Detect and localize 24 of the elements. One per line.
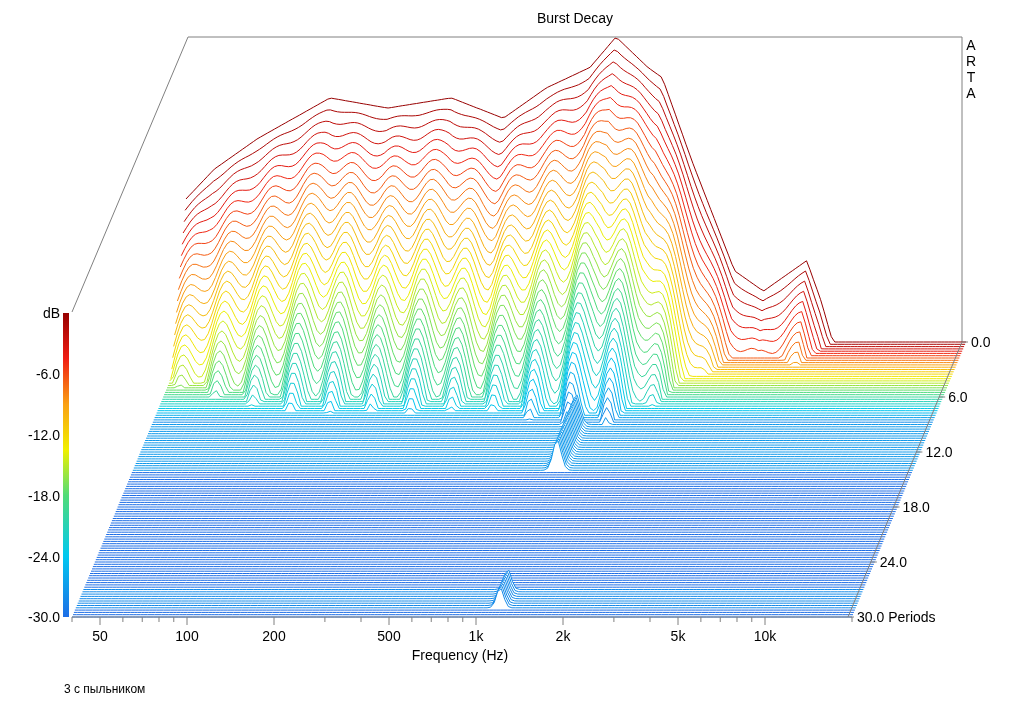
frequency-tick-label: 200 bbox=[262, 628, 286, 644]
chart-title: Burst Decay bbox=[536, 10, 614, 26]
frequency-tick-label: 5k bbox=[670, 628, 686, 644]
frequency-tick-label: 50 bbox=[92, 628, 108, 644]
period-tick-label: 18.0 bbox=[902, 499, 930, 515]
caption: 3 с пыльником bbox=[64, 682, 146, 696]
logo-text: ARTA bbox=[965, 37, 977, 101]
scale-tick-label: -6.0 bbox=[35, 366, 60, 382]
frequency-tick-label: 100 bbox=[175, 628, 199, 644]
axis-label: Frequency (Hz) bbox=[411, 647, 509, 663]
scale-unit: dB bbox=[42, 305, 60, 321]
frequency-tick-label: 500 bbox=[377, 628, 401, 644]
scale-tick-label: -24.0 bbox=[28, 549, 60, 565]
scale-tick-label: -18.0 bbox=[28, 488, 60, 504]
period-tick-label: 24.0 bbox=[879, 554, 908, 570]
scale-tick-label: -12.0 bbox=[28, 427, 60, 443]
scale-tick-label: -30.0 bbox=[28, 609, 60, 625]
period-tick-label: 12.0 bbox=[925, 444, 953, 460]
frequency-tick-label: 2k bbox=[555, 628, 571, 644]
period-tick-label: 6.0 bbox=[948, 389, 968, 405]
frequency-tick-label: 10k bbox=[753, 628, 777, 644]
period-tick-label: 0.0 bbox=[971, 334, 991, 350]
frequency-tick-label: 1k bbox=[468, 628, 484, 644]
period-tick-label: 30.0 Periods bbox=[857, 609, 936, 625]
